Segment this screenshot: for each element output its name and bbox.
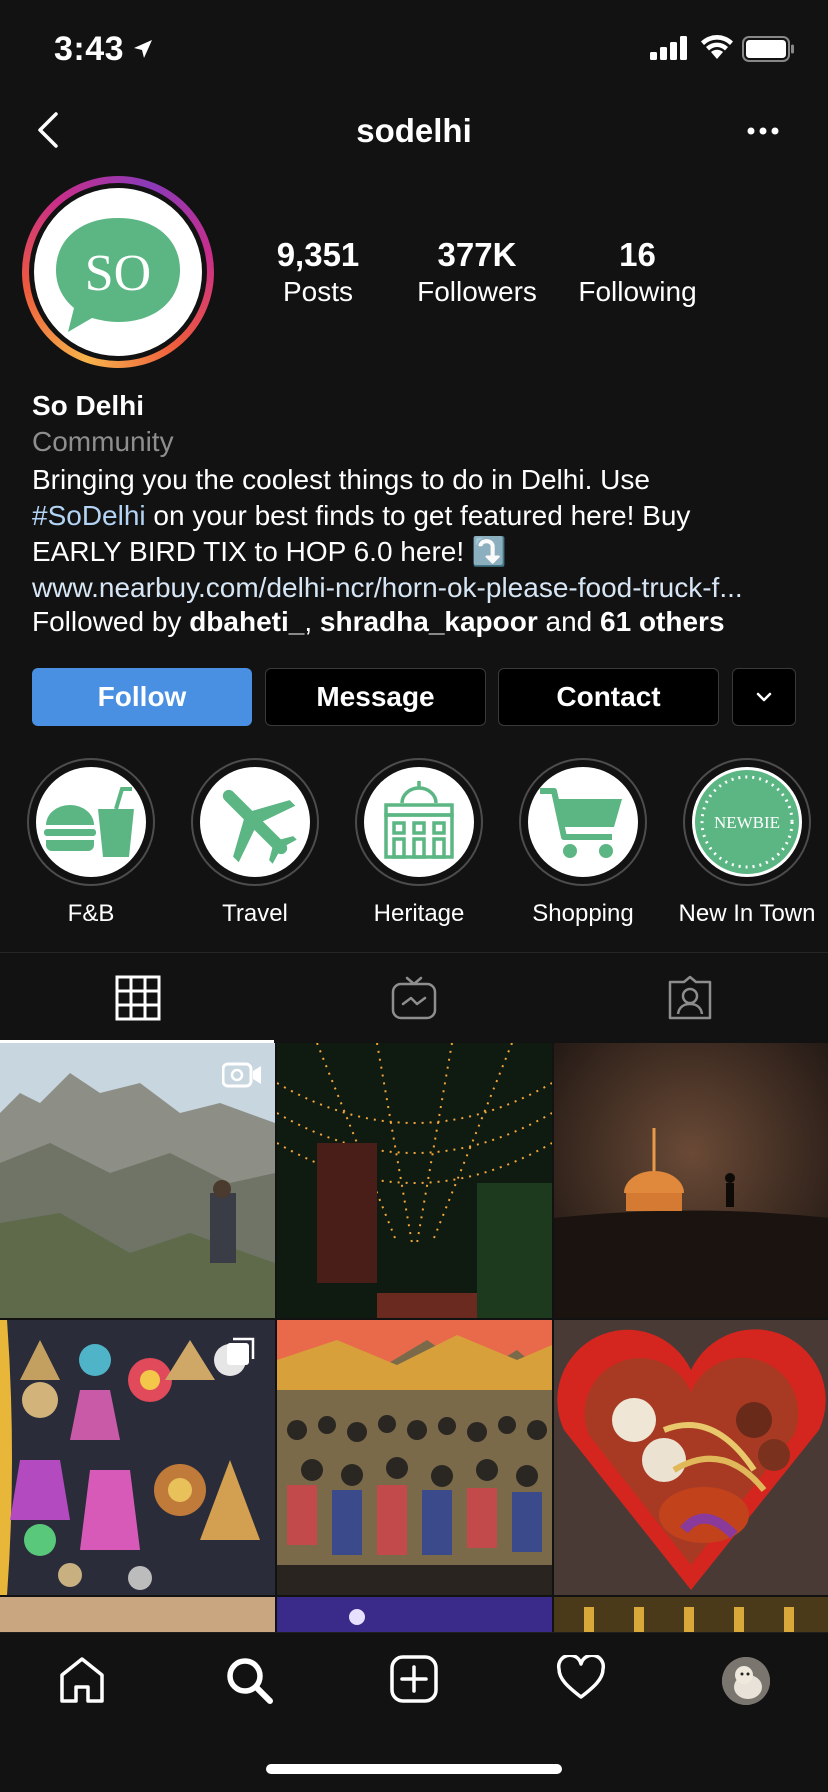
highlight-label: Shopping (532, 900, 634, 927)
tab-igtv[interactable] (276, 953, 552, 1043)
highlight-shopping[interactable]: Shopping (508, 758, 658, 928)
airplane-icon (222, 789, 297, 864)
bio-line-2: on your best finds to get featured here!… (145, 500, 691, 531)
profile-name: So Delhi (32, 390, 145, 421)
post-thumbnail[interactable] (277, 1597, 552, 1633)
profile-bio: Bringing you the coolest things to do in… (32, 462, 812, 570)
post-image-lights (277, 1043, 552, 1318)
follower-others: 61 others (600, 606, 725, 637)
tagged-icon (668, 975, 712, 1020)
highlight-heritage[interactable]: Heritage (344, 758, 494, 928)
followed-by[interactable]: Followed by dbaheti_, shradha_kapoor and… (32, 604, 725, 640)
building-icon (384, 781, 454, 859)
contact-button[interactable]: Contact (498, 668, 719, 726)
post-thumbnail[interactable] (0, 1597, 275, 1633)
profile-header: sodelhi (0, 100, 828, 164)
post-thumbnail[interactable] (277, 1043, 552, 1318)
svg-text:SO: SO (85, 245, 151, 302)
search-icon[interactable] (224, 1655, 274, 1705)
multiple-photos-icon (227, 1337, 255, 1365)
battery-icon (742, 36, 794, 62)
post-thumbnail[interactable] (0, 1043, 275, 1318)
followers-stat[interactable]: 377K Followers (412, 236, 542, 310)
post-image-crowd (277, 1320, 552, 1595)
new-post-icon[interactable] (390, 1655, 438, 1703)
cellular-signal-icon (650, 36, 687, 60)
video-camera-icon (222, 1062, 261, 1088)
following-label: Following (578, 276, 697, 307)
posts-label: Posts (282, 276, 354, 307)
post-thumbnail[interactable] (554, 1320, 828, 1595)
tab-tagged[interactable] (552, 953, 828, 1043)
post-image-food (554, 1320, 828, 1595)
post-thumbnail[interactable] (277, 1320, 552, 1595)
avatar (722, 1657, 770, 1705)
page-title: sodelhi (356, 112, 472, 149)
posts-count: 9,351 (276, 236, 360, 273)
follow-button[interactable]: Follow (32, 668, 252, 726)
post-thumbnail[interactable] (554, 1597, 828, 1633)
more-options-icon[interactable] (746, 126, 780, 136)
tab-posts-grid[interactable] (0, 953, 276, 1043)
chevron-down-icon (756, 692, 772, 702)
igtv-icon (391, 976, 437, 1020)
post-image-monument (554, 1043, 828, 1318)
following-stat[interactable]: 16 Following (570, 236, 705, 310)
post-image-partial-3 (554, 1597, 828, 1633)
avatar[interactable]: SO (22, 176, 214, 368)
burger-drink-icon (44, 787, 134, 857)
post-thumbnail[interactable] (0, 1320, 275, 1595)
profile-website-link[interactable]: www.nearbuy.com/delhi-ncr/horn-ok-please… (32, 570, 812, 606)
status-time: 3:43 (54, 30, 125, 68)
newbie-badge-icon: NEWBIE (695, 770, 799, 874)
bio-line-1: Bringing you the coolest things to do in… (32, 464, 650, 495)
message-button[interactable]: Message (265, 668, 486, 726)
status-bar: 3:43 (0, 0, 828, 100)
home-indicator (266, 1764, 562, 1774)
wifi-icon (701, 35, 733, 59)
cart-icon (540, 788, 622, 858)
posts-stat[interactable]: 9,351 Posts (258, 236, 378, 310)
highlight-label: F&B (67, 900, 115, 927)
bio-line-3: EARLY BIRD TIX to HOP 6.0 here! ⤵️ (32, 536, 507, 567)
highlight-fb[interactable]: F&B (16, 758, 166, 928)
bio-hashtag[interactable]: #SoDelhi (32, 500, 146, 531)
activity-heart-icon[interactable] (556, 1655, 606, 1701)
post-image-partial-1 (0, 1597, 275, 1633)
follower-user-2: shradha_kapoor (319, 606, 538, 637)
post-image-partial-2 (277, 1597, 552, 1633)
follower-user-1: dbaheti_ (189, 606, 305, 637)
highlight-label: New In Town (678, 900, 816, 927)
highlight-travel[interactable]: Travel (180, 758, 330, 928)
profile-category: Community (32, 426, 174, 457)
following-count: 16 (619, 236, 656, 273)
home-icon[interactable] (58, 1655, 106, 1705)
location-arrow-icon (134, 40, 152, 58)
highlight-new-in-town[interactable]: NEWBIE New In Town (672, 758, 822, 928)
grid-icon (115, 975, 161, 1021)
followers-label: Followers (417, 276, 537, 307)
svg-text:NEWBIE: NEWBIE (714, 813, 780, 832)
so-delhi-logo: SO (56, 218, 180, 332)
highlight-label: Travel (222, 900, 288, 927)
suggested-accounts-button[interactable] (732, 668, 796, 726)
followers-count: 377K (437, 236, 517, 273)
highlight-label: Heritage (373, 900, 465, 927)
profile-tabs (0, 952, 828, 1043)
profile-avatar-tab[interactable] (722, 1657, 770, 1705)
posts-grid (0, 1043, 828, 1633)
post-thumbnail[interactable] (554, 1043, 828, 1318)
